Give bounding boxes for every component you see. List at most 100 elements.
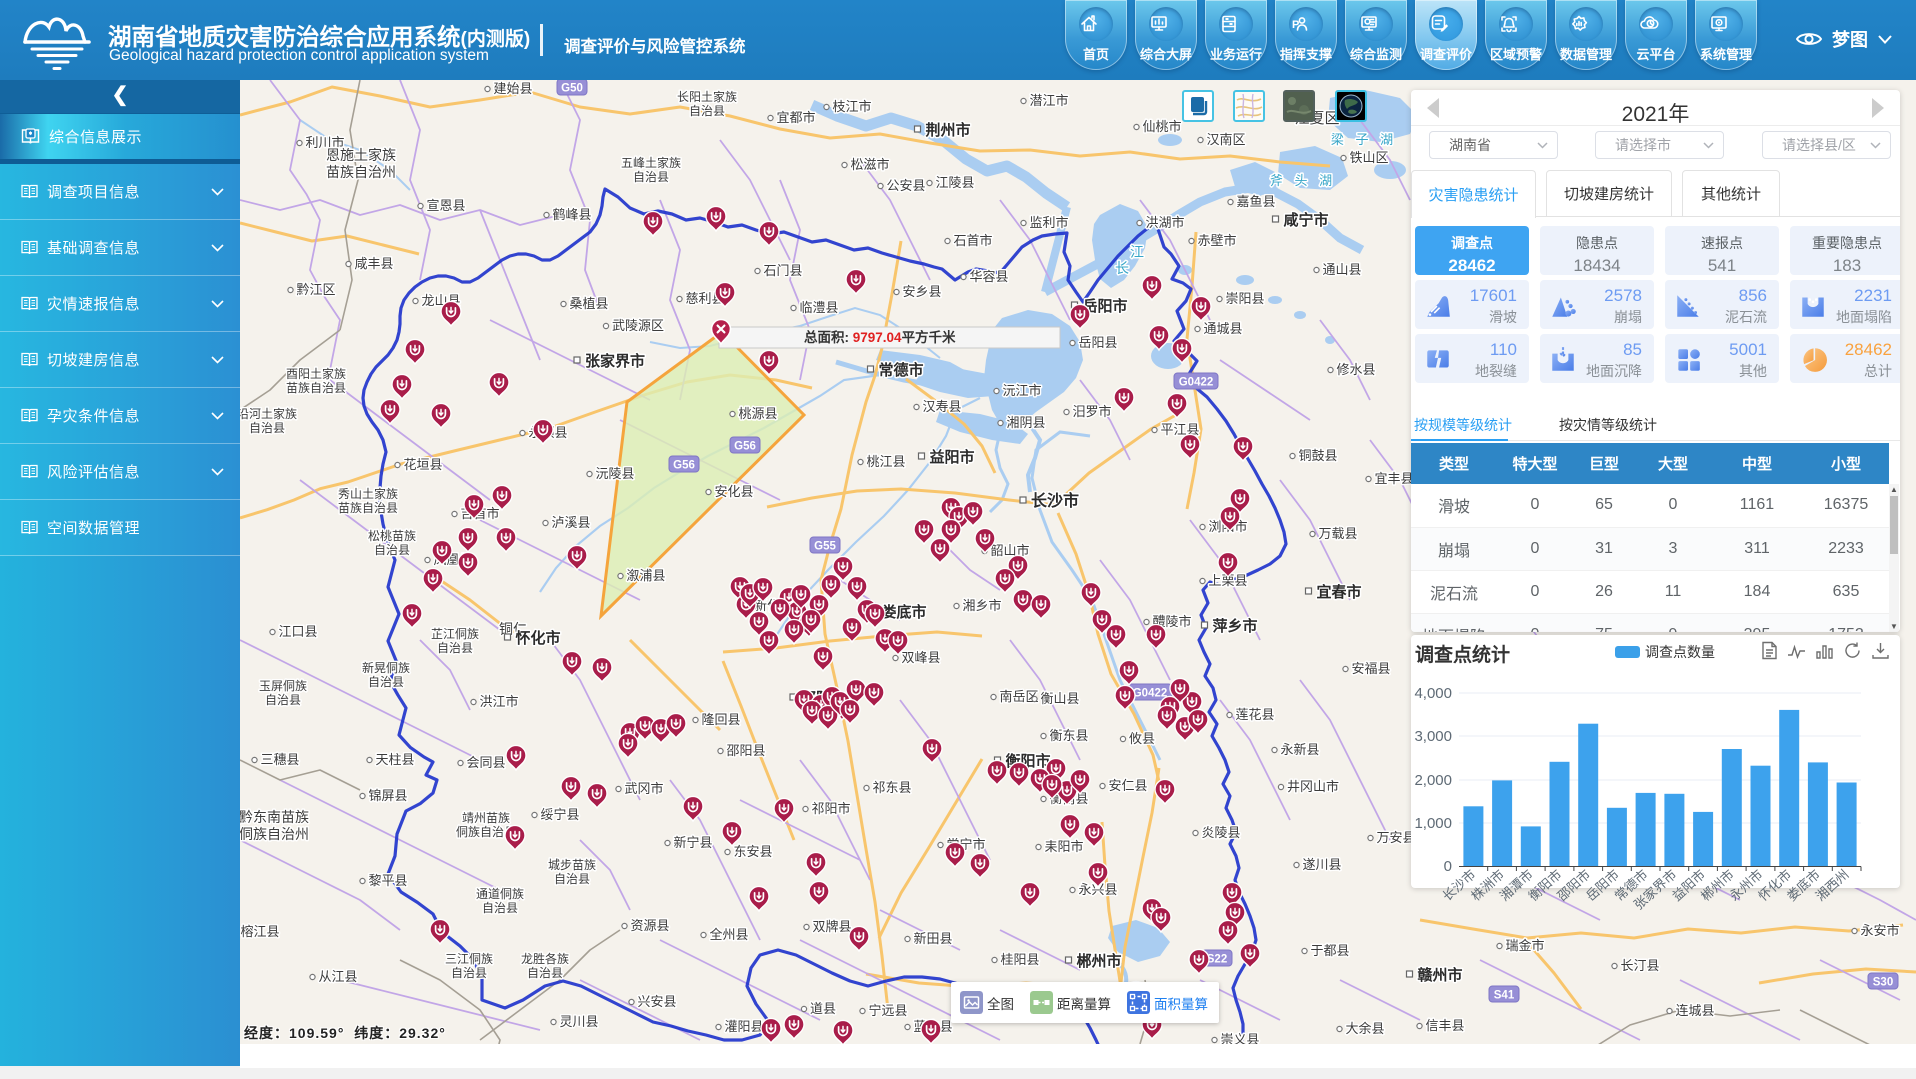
svg-text:G55: G55 [814, 541, 836, 553]
svg-text:三穗县: 三穗县 [260, 752, 299, 767]
svg-text:G56: G56 [673, 460, 695, 472]
svg-text:城步苗族: 城步苗族 [548, 858, 596, 872]
svg-text:武冈市: 武冈市 [624, 781, 663, 796]
svg-text:自治县: 自治县 [689, 104, 725, 118]
svg-text:祁阳市: 祁阳市 [811, 801, 850, 816]
svg-text:信丰县: 信丰县 [1425, 1018, 1464, 1033]
svg-text:天柱县: 天柱县 [375, 752, 414, 767]
svg-text:黔东南苗族: 黔东南苗族 [240, 809, 309, 825]
svg-text:道县: 道县 [810, 1001, 836, 1016]
svg-text:江口县: 江口县 [278, 624, 317, 639]
svg-text:万安县: 万安县 [1376, 830, 1415, 845]
svg-text:自治县: 自治县 [249, 421, 285, 435]
svg-text:祁东县: 祁东县 [872, 780, 911, 795]
svg-text:G0422: G0422 [1133, 688, 1168, 700]
svg-text:岳阳县: 岳阳县 [1078, 335, 1117, 350]
svg-text:玉屏侗族: 玉屏侗族 [259, 679, 307, 693]
svg-text:靖州苗族: 靖州苗族 [462, 811, 510, 825]
svg-text:监利市: 监利市 [1029, 215, 1068, 230]
svg-text:自治县: 自治县 [451, 966, 487, 980]
svg-text:汨罗市: 汨罗市 [1072, 404, 1111, 419]
svg-text:自治县: 自治县 [374, 543, 410, 557]
svg-text:宁远县: 宁远县 [868, 1003, 907, 1018]
svg-text:安仁县: 安仁县 [1108, 778, 1147, 793]
svg-text:华容县: 华容县 [969, 269, 1008, 284]
svg-text:3,000: 3,000 [1414, 728, 1452, 745]
svg-text:隆回县: 隆回县 [701, 712, 740, 727]
svg-text:全州县: 全州县 [709, 927, 748, 942]
svg-text:郴州市: 郴州市 [1076, 952, 1121, 970]
svg-text:炎陵县: 炎陵县 [1201, 825, 1240, 840]
svg-text:衡东县: 衡东县 [1049, 728, 1088, 743]
svg-text:会同县: 会同县 [466, 755, 505, 770]
svg-text:铁山区: 铁山区 [1349, 150, 1388, 165]
svg-text:瑞金市: 瑞金市 [1505, 938, 1544, 953]
svg-text:自治县: 自治县 [554, 872, 590, 886]
svg-text:桃江县: 桃江县 [866, 454, 905, 469]
svg-text:嘉鱼县: 嘉鱼县 [1236, 194, 1275, 209]
svg-text:苗族自治县: 苗族自治县 [286, 381, 346, 395]
svg-text:新晃侗族: 新晃侗族 [362, 660, 410, 675]
svg-text:怀化市: 怀化市 [515, 629, 560, 647]
svg-text:洪湖市: 洪湖市 [1145, 215, 1184, 230]
svg-text:双峰县: 双峰县 [901, 650, 940, 665]
svg-text:泸溪县: 泸溪县 [551, 515, 590, 530]
svg-text:沿河土家族: 沿河土家族 [240, 406, 297, 421]
svg-text:崇义县: 崇义县 [1220, 1032, 1259, 1044]
svg-text:赣州市: 赣州市 [1417, 966, 1462, 984]
svg-text:石首市: 石首市 [953, 233, 992, 248]
svg-text:G56: G56 [734, 441, 756, 453]
svg-text:侗族自治州: 侗族自治州 [240, 826, 309, 842]
svg-text:邵阳县: 邵阳县 [726, 743, 765, 758]
svg-text:桑植县: 桑植县 [569, 296, 608, 311]
svg-text:桃源县: 桃源县 [738, 406, 777, 421]
svg-text:大余县: 大余县 [1345, 1021, 1384, 1036]
svg-text:汉寿县: 汉寿县 [922, 399, 961, 414]
svg-text:石门县: 石门县 [763, 263, 802, 278]
svg-text:耒阳市: 耒阳市 [1044, 839, 1083, 854]
svg-text:G0422: G0422 [1179, 377, 1214, 389]
svg-text:连城县: 连城县 [1675, 1003, 1714, 1018]
svg-text:咸丰县: 咸丰县 [354, 256, 393, 271]
svg-text:苗族自治县: 苗族自治县 [338, 501, 398, 515]
svg-text:通城县: 通城县 [1203, 321, 1242, 336]
svg-text:新宁县: 新宁县 [673, 835, 712, 850]
svg-text:0: 0 [1444, 858, 1452, 875]
svg-text:潜江市: 潜江市 [1029, 93, 1068, 108]
svg-text:汉南区: 汉南区 [1206, 132, 1245, 147]
svg-text:沅江市: 沅江市 [1002, 383, 1041, 398]
svg-text:崇阳县: 崇阳县 [1225, 291, 1264, 306]
svg-text:安化县: 安化县 [714, 484, 753, 499]
svg-text:临澧县: 临澧县 [799, 300, 838, 315]
svg-text:兴安县: 兴安县 [637, 994, 676, 1009]
svg-text:自治县: 自治县 [368, 675, 404, 689]
svg-text:宜丰县: 宜丰县 [1374, 471, 1413, 486]
svg-text:2,000: 2,000 [1414, 772, 1452, 789]
svg-text:湘西州: 湘西州 [1813, 867, 1852, 904]
svg-text:江陵县: 江陵县 [935, 175, 974, 190]
svg-text:井冈山市: 井冈山市 [1287, 779, 1339, 794]
svg-text:武陵源区: 武陵源区 [612, 318, 664, 333]
svg-text:4,000: 4,000 [1414, 685, 1452, 702]
svg-text:梁 子 湖: 梁 子 湖 [1331, 132, 1397, 147]
svg-text:通山县: 通山县 [1322, 262, 1361, 277]
svg-text:长沙市: 长沙市 [1031, 491, 1079, 510]
svg-text:灵川县: 灵川县 [559, 1014, 598, 1029]
svg-text:资源县: 资源县 [630, 918, 669, 933]
svg-text:S41: S41 [1494, 990, 1515, 1002]
svg-text:荆州市: 荆州市 [925, 121, 970, 139]
svg-text:桂阳县: 桂阳县 [1000, 952, 1039, 967]
svg-text:修水县: 修水县 [1336, 362, 1375, 377]
svg-text:公安县: 公安县 [886, 178, 925, 193]
svg-text:1,000: 1,000 [1414, 815, 1452, 832]
svg-text:莲花县: 莲花县 [1235, 707, 1274, 722]
svg-text:长: 长 [1115, 260, 1129, 276]
svg-text:松桃苗族: 松桃苗族 [368, 528, 416, 543]
svg-text:自治县: 自治县 [527, 966, 563, 980]
svg-text:松滋市: 松滋市 [850, 157, 889, 172]
svg-text:新田县: 新田县 [913, 931, 952, 946]
svg-text:自治县: 自治县 [633, 170, 669, 184]
svg-text:黎平县: 黎平县 [368, 873, 407, 888]
svg-text:铜鼓县: 铜鼓县 [1298, 448, 1337, 463]
svg-text:攸县: 攸县 [1129, 731, 1155, 746]
